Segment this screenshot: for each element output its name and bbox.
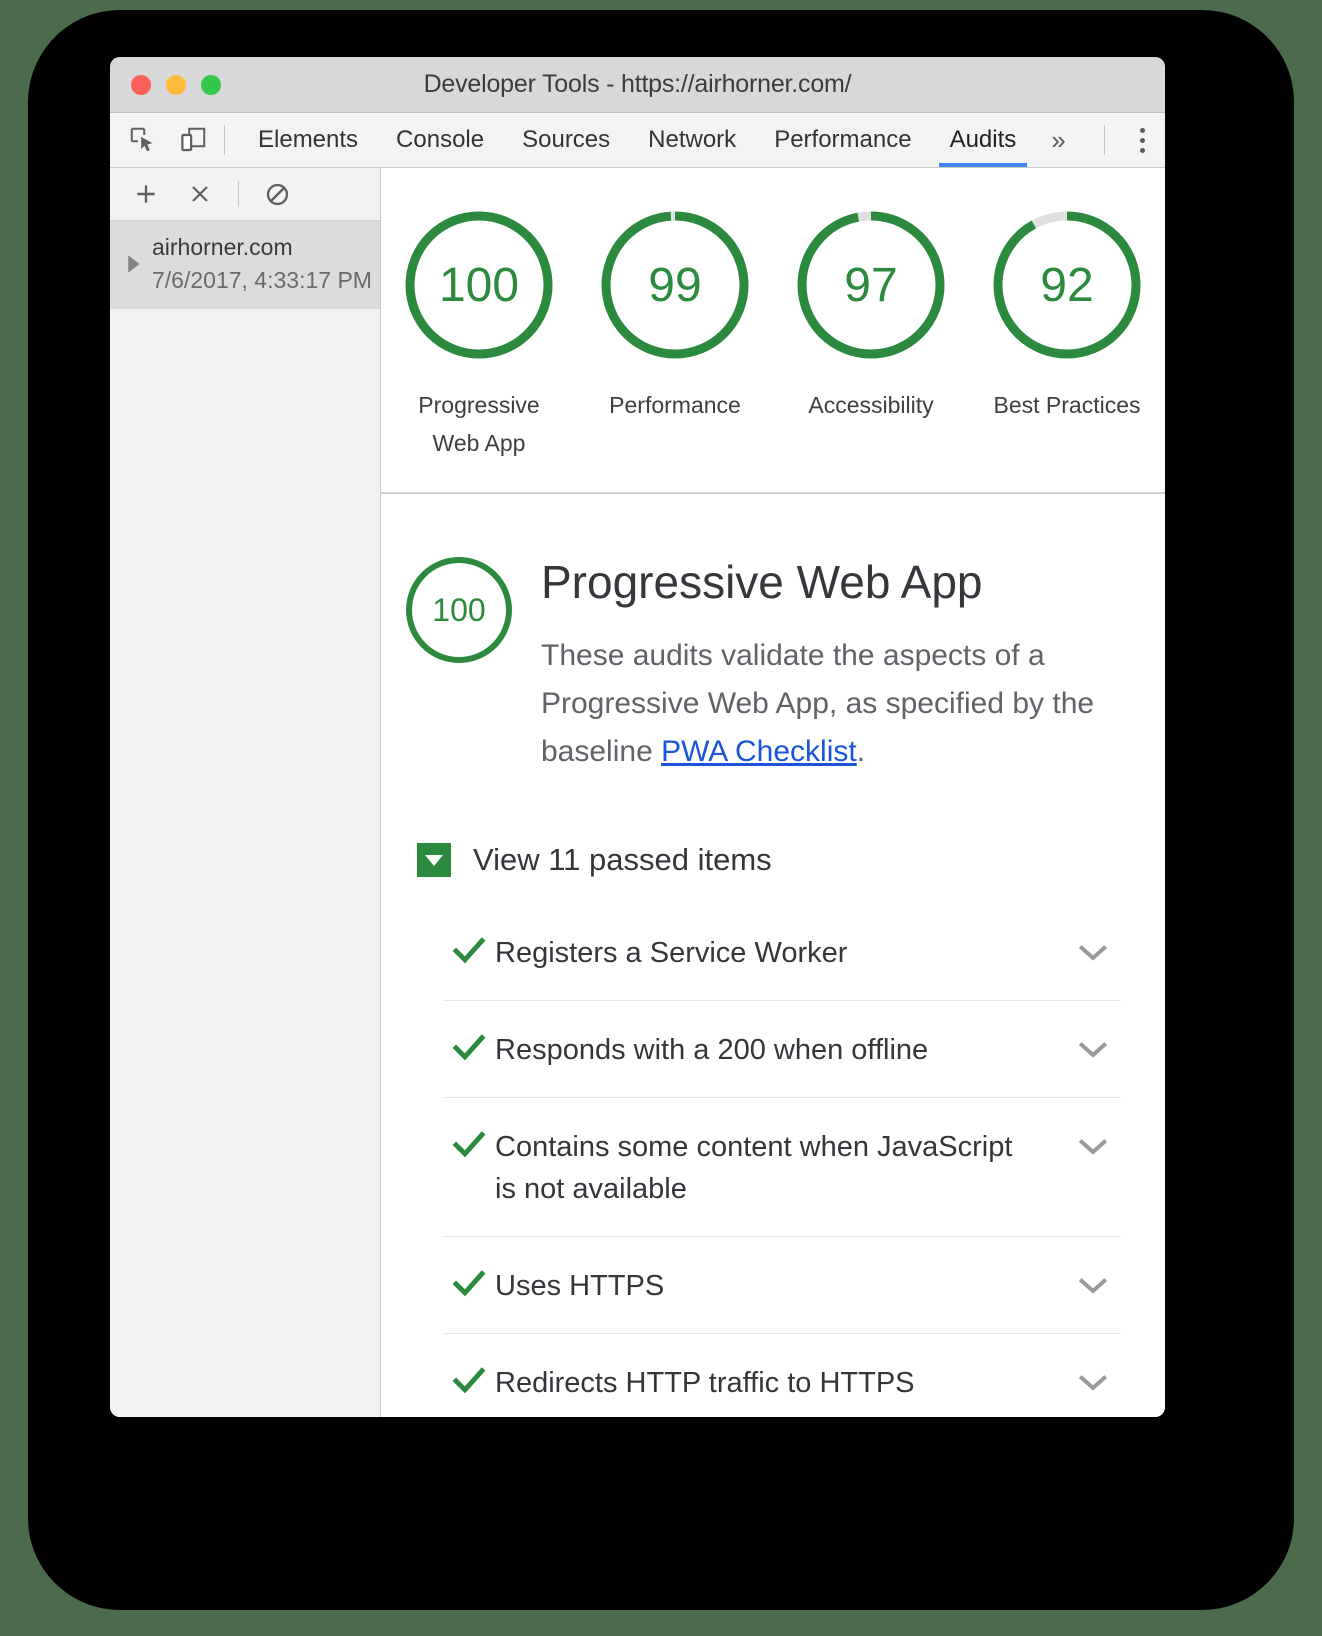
devtools-tabbar: Elements Console Sources Network Perform…: [110, 113, 1165, 168]
close-window-button[interactable]: [131, 74, 151, 95]
devtools-tabs: Elements Console Sources Network Perform…: [239, 113, 1082, 167]
sidebar-toolbar-divider: [238, 181, 239, 207]
check-icon: [443, 1126, 495, 1160]
category-score: 100: [432, 591, 486, 628]
check-icon: [443, 1029, 495, 1063]
gauge-ring: 99: [596, 206, 754, 364]
pwa-checklist-link[interactable]: PWA Checklist: [661, 735, 857, 768]
triangle-glyph: [425, 854, 443, 866]
minimize-window-button[interactable]: [166, 74, 186, 95]
window-title: Developer Tools - https://airhorner.com/: [423, 70, 852, 98]
audit-title: Uses HTTPS: [495, 1270, 665, 1302]
devtools-body: airhorner.com 7/6/2017, 4:33:17 PM 100 P…: [110, 168, 1165, 1417]
gauge-score: 92: [1040, 258, 1094, 312]
tabbar-divider-left: [224, 125, 225, 155]
check-icon: [443, 1265, 495, 1299]
kebab-menu-icon[interactable]: [1119, 113, 1165, 167]
audit-run-host: airhorner.com: [152, 234, 293, 260]
table-row[interactable]: Registers a Service Worker: [443, 904, 1121, 1001]
devtools-window: Developer Tools - https://airhorner.com/…: [110, 57, 1165, 1417]
gauge-ring: 100: [400, 206, 558, 364]
table-row[interactable]: Redirects HTTP traffic to HTTPS: [443, 1334, 1121, 1417]
gauge-progressive-web-app[interactable]: 100 Progressive Web App: [393, 206, 565, 462]
audit-run-list-item[interactable]: airhorner.com 7/6/2017, 4:33:17 PM: [110, 221, 380, 309]
table-row[interactable]: Contains some content when JavaScript is…: [443, 1098, 1121, 1237]
audits-main-panel: 100 Progressive Web App 99 Performance 9…: [381, 168, 1165, 1417]
category-section: 100 Progressive Web App These audits val…: [381, 494, 1165, 1417]
traffic-lights: [110, 74, 221, 95]
category-description-text-after: .: [856, 735, 866, 768]
score-gauges: 100 Progressive Web App 99 Performance 9…: [381, 168, 1165, 494]
inspect-element-icon[interactable]: [126, 123, 160, 157]
category-body: Progressive Web App These audits validat…: [515, 554, 1135, 776]
category-gauge: 100: [403, 554, 515, 666]
audits-sidebar: airhorner.com 7/6/2017, 4:33:17 PM: [110, 168, 381, 1417]
page-title: Progressive Web App: [541, 556, 983, 608]
audit-title: Responds with a 200 when offline: [495, 1034, 929, 1066]
audit-title: Redirects HTTP traffic to HTTPS: [495, 1367, 915, 1399]
tabbar-divider-right: [1104, 125, 1105, 155]
gauge-score: 100: [438, 258, 520, 312]
tab-sources[interactable]: Sources: [503, 113, 629, 167]
gauge-label: Performance: [609, 392, 741, 418]
tab-audits[interactable]: Audits: [931, 113, 1036, 167]
gauge-best-practices[interactable]: 92 Best Practices: [981, 206, 1153, 424]
audit-title: Registers a Service Worker: [495, 937, 848, 969]
gauge-score: 99: [648, 258, 702, 312]
check-icon: [443, 1362, 495, 1396]
gauge-performance[interactable]: 99 Performance: [589, 206, 761, 424]
chevron-down-icon[interactable]: [1065, 1265, 1121, 1295]
kebab-dot: [1139, 137, 1145, 143]
add-audit-button[interactable]: [128, 176, 164, 212]
gauge-label: Progressive Web App: [418, 392, 540, 456]
chevron-down-icon[interactable]: [1065, 1362, 1121, 1392]
gauge-ring: 97: [792, 206, 950, 364]
tab-console[interactable]: Console: [377, 113, 503, 167]
category-header: 100 Progressive Web App These audits val…: [395, 554, 1135, 776]
tab-performance[interactable]: Performance: [755, 113, 930, 167]
view-passed-items-toggle[interactable]: View 11 passed items: [417, 842, 1135, 878]
gauge-label: Best Practices: [993, 392, 1141, 418]
audit-run-timestamp: 7/6/2017, 4:33:17 PM: [152, 267, 372, 293]
expand-triangle-icon[interactable]: [110, 254, 152, 274]
tab-elements[interactable]: Elements: [239, 113, 377, 167]
tab-network[interactable]: Network: [629, 113, 755, 167]
chevron-down-icon[interactable]: [1065, 932, 1121, 962]
device-toolbar-icon[interactable]: [176, 123, 210, 157]
gauge-score: 97: [844, 258, 898, 312]
chevron-down-icon[interactable]: [1065, 1126, 1121, 1156]
audit-list: Registers a Service Worker Responds with…: [443, 904, 1121, 1417]
sidebar-toolbar: [110, 168, 380, 221]
maximize-window-button[interactable]: [201, 74, 221, 95]
category-description: These audits validate the aspects of a P…: [541, 632, 1135, 776]
check-icon: [443, 932, 495, 966]
chevron-down-icon[interactable]: [1065, 1029, 1121, 1059]
view-passed-items-label: View 11 passed items: [473, 842, 772, 877]
tabbar-tool-icons: [110, 113, 210, 167]
gauge-ring: 92: [988, 206, 1146, 364]
gauge-label: Accessibility: [808, 392, 934, 418]
tabbar-spacer: [1082, 113, 1090, 167]
table-row[interactable]: Responds with a 200 when offline: [443, 1001, 1121, 1098]
clear-all-icon[interactable]: [259, 176, 295, 212]
chevron-down-icon[interactable]: [417, 843, 451, 877]
kebab-dot: [1139, 127, 1145, 133]
audit-run-text: airhorner.com 7/6/2017, 4:33:17 PM: [152, 231, 372, 297]
more-tabs-icon[interactable]: »: [1035, 113, 1081, 167]
gauge-accessibility[interactable]: 97 Accessibility: [785, 206, 957, 424]
audit-title: Contains some content when JavaScript is…: [495, 1131, 1013, 1205]
window-titlebar: Developer Tools - https://airhorner.com/: [110, 57, 1165, 113]
delete-audit-button[interactable]: [182, 176, 218, 212]
kebab-dot: [1139, 147, 1145, 153]
table-row[interactable]: Uses HTTPS: [443, 1237, 1121, 1334]
